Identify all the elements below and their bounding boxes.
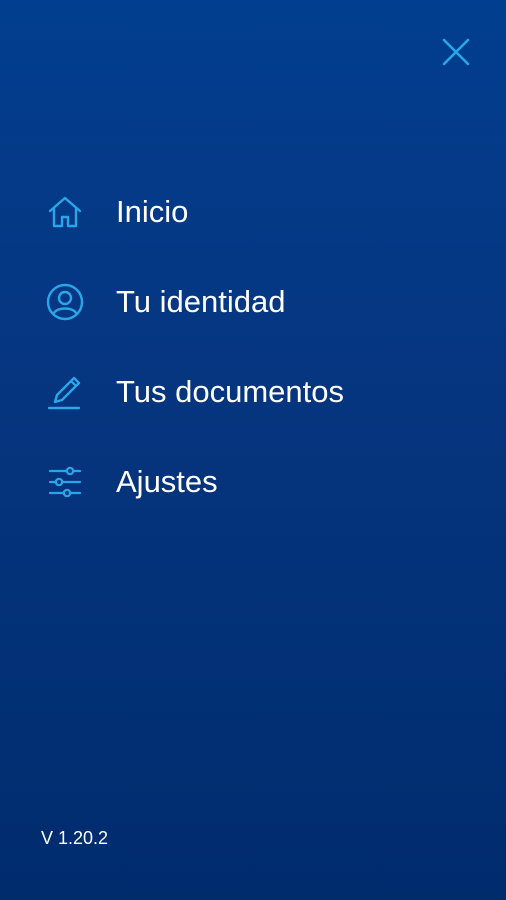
home-icon (44, 191, 86, 233)
menu-item-label: Inicio (116, 194, 189, 229)
menu-item-label: Ajustes (116, 464, 218, 499)
user-circle-icon (44, 281, 86, 323)
menu-item-label: Tus documentos (116, 374, 345, 409)
close-icon (441, 37, 471, 67)
menu-item-label: Tu identidad (116, 284, 286, 319)
menu-item-tu-identidad[interactable]: Tu identidad (0, 257, 506, 347)
menu-item-tus-documentos[interactable]: Tus documentos (0, 347, 506, 437)
menu-item-inicio[interactable]: Inicio (0, 167, 506, 257)
menu-item-ajustes[interactable]: Ajustes (0, 437, 506, 527)
app-version: V 1.20.2 (41, 828, 109, 848)
pen-icon (44, 371, 86, 413)
sliders-icon (44, 461, 86, 503)
close-button[interactable] (436, 32, 476, 72)
